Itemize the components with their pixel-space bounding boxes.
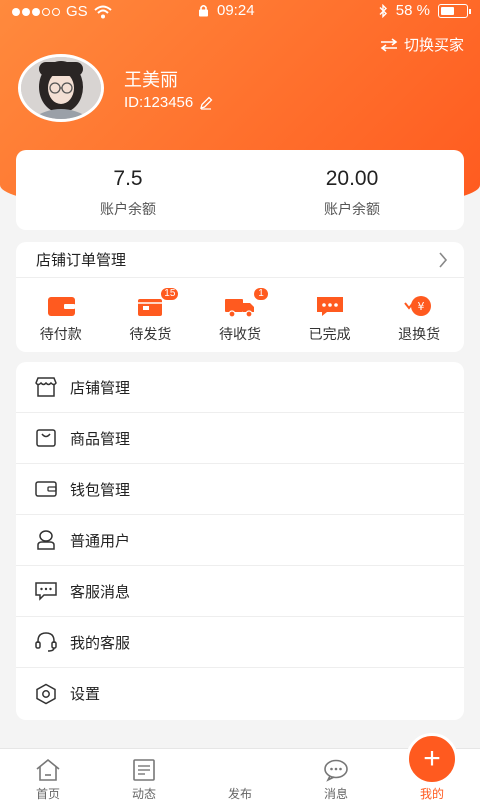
- order-status-label: 待收货: [218, 326, 261, 342]
- store-orders-card: 店铺订单管理 待付款 15 待发货 1 待收货 已完成 ¥ 退换货: [16, 242, 464, 352]
- order-status-pending-shipment[interactable]: 15 待发货: [106, 287, 196, 344]
- truck-icon: [224, 299, 254, 318]
- balance-item[interactable]: 20.00 账户余额: [240, 150, 464, 230]
- order-status-pending-receipt[interactable]: 1 待收货: [195, 287, 285, 344]
- clock-time: 09:24: [217, 2, 255, 19]
- wallet-icon: [47, 297, 75, 316]
- order-status-pending-payment[interactable]: 待付款: [16, 294, 106, 344]
- hexagon-settings-icon: [36, 683, 56, 704]
- chat-bubble-icon: [324, 759, 348, 782]
- news-icon: [133, 759, 155, 781]
- tab-label: 发布: [227, 787, 252, 800]
- menu-item-service-messages[interactable]: 客服消息: [16, 566, 464, 617]
- refund-icon: ¥: [404, 296, 432, 316]
- tab-label: 首页: [35, 787, 60, 800]
- edit-pencil-icon[interactable]: [199, 96, 213, 110]
- order-status-label: 退换货: [398, 326, 441, 342]
- menu-item-regular-user[interactable]: 普通用户: [16, 515, 464, 566]
- tab-label: 动态: [131, 787, 156, 800]
- menu-item-store-management[interactable]: 店铺管理: [16, 362, 464, 413]
- order-status-completed[interactable]: 已完成: [285, 294, 375, 344]
- wifi-icon: [94, 5, 112, 18]
- store-orders-title: 店铺订单管理: [36, 252, 127, 269]
- publish-button[interactable]: +: [406, 733, 458, 785]
- signal-strength-icon: [12, 7, 60, 16]
- battery-icon: [438, 3, 471, 18]
- menu-item-label: 商品管理: [70, 430, 131, 448]
- user-id: ID:123456: [124, 94, 194, 111]
- lock-icon: [199, 4, 208, 17]
- avatar-photo: [21, 57, 101, 119]
- switch-to-buyer-button[interactable]: 切换买家: [380, 34, 464, 55]
- menu-item-label: 钱包管理: [70, 481, 131, 499]
- chat-dots-icon: [316, 297, 343, 316]
- balance-label: 账户余额: [100, 201, 156, 217]
- menu-item-label: 店铺管理: [70, 379, 131, 397]
- message-icon: [35, 582, 57, 601]
- bottom-tab-bar: 首页 动态 + 发布 消息 我的: [0, 733, 480, 800]
- headset-icon: [35, 632, 57, 652]
- balance-item[interactable]: 7.5 账户余额: [16, 150, 240, 230]
- order-status-returns[interactable]: ¥ 退换货: [374, 294, 464, 344]
- battery-percent: 58 %: [395, 2, 430, 19]
- bag-icon: [36, 429, 56, 447]
- user-id-row: ID:123456: [124, 94, 213, 111]
- tab-publish[interactable]: + 发布: [192, 733, 458, 800]
- tab-feed[interactable]: 动态: [96, 749, 192, 800]
- menu-item-label: 设置: [70, 686, 101, 703]
- svg-text:¥: ¥: [418, 300, 425, 313]
- carrier-label: GS: [66, 3, 88, 20]
- menu-item-label: 普通用户: [70, 532, 131, 550]
- switch-arrows-icon: [380, 37, 398, 52]
- menu-item-settings[interactable]: 设置: [16, 668, 464, 719]
- tab-label: 消息: [323, 787, 348, 800]
- chevron-right-icon: [439, 251, 448, 268]
- menu-item-wallet-management[interactable]: 钱包管理: [16, 464, 464, 515]
- tab-messages[interactable]: 消息: [288, 749, 384, 800]
- menu-item-label: 客服消息: [70, 583, 131, 601]
- balance-label: 账户余额: [324, 201, 380, 217]
- user-name: 王美丽: [124, 70, 178, 90]
- order-badge: 1: [252, 287, 269, 301]
- store-orders-header[interactable]: 店铺订单管理: [16, 242, 464, 278]
- tab-label: 我的: [419, 787, 444, 800]
- plus-icon: +: [423, 742, 441, 775]
- order-badge: 15: [160, 287, 180, 301]
- avatar[interactable]: [18, 54, 104, 122]
- order-status-label: 待发货: [129, 326, 172, 342]
- menu-item-my-service[interactable]: 我的客服: [16, 617, 464, 668]
- menu-item-product-management[interactable]: 商品管理: [16, 413, 464, 464]
- status-bar: GS 09:24 58 %: [0, 0, 480, 24]
- balance-value: 7.5: [113, 167, 143, 190]
- home-icon: [36, 758, 60, 781]
- menu-item-label: 我的客服: [70, 634, 131, 652]
- bluetooth-icon: [379, 3, 387, 18]
- tab-home[interactable]: 首页: [0, 749, 96, 800]
- user-icon: [37, 530, 55, 550]
- order-status-label: 待付款: [39, 326, 82, 342]
- balance-card: 7.5 账户余额 20.00 账户余额: [16, 150, 464, 230]
- store-icon: [35, 377, 57, 397]
- balance-value: 20.00: [325, 167, 379, 190]
- switch-to-buyer-label: 切换买家: [403, 37, 464, 54]
- menu-list: 店铺管理 商品管理 钱包管理 普通用户 客服消息 我的客服 设置: [16, 362, 464, 720]
- order-status-label: 已完成: [308, 326, 351, 342]
- wallet-icon: [35, 481, 57, 497]
